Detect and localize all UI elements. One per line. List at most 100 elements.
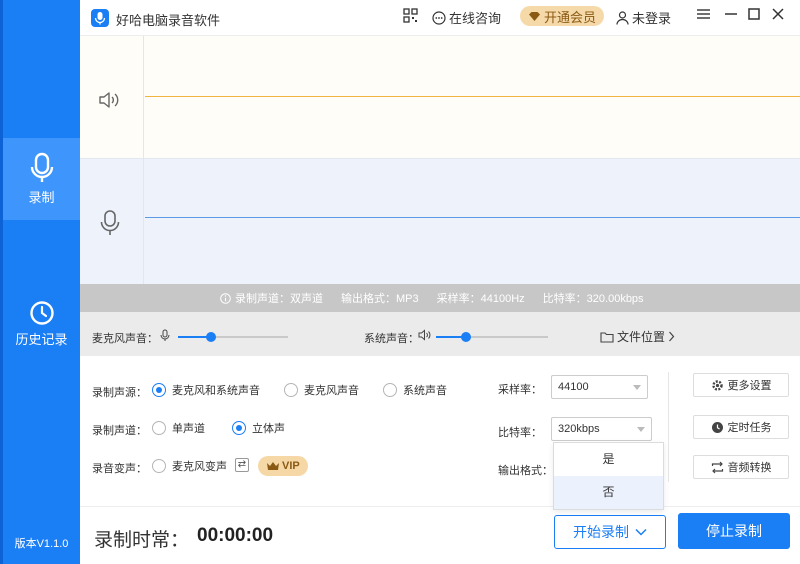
- radio-label: 麦克风变声: [172, 461, 227, 473]
- qr-code-button[interactable]: [403, 8, 418, 23]
- convert-icon: [711, 461, 723, 473]
- gear-icon: [711, 379, 723, 391]
- info-bitrate-text: 比特率：320.00kbps: [542, 293, 644, 305]
- source-radio-mic[interactable]: 麦克风声音: [284, 382, 359, 398]
- system-volume-handle[interactable]: [461, 332, 472, 342]
- maximize-button[interactable]: [748, 8, 760, 20]
- audio-convert-button[interactable]: 音频转换: [693, 455, 789, 479]
- radio-label: 麦克风声音: [304, 385, 359, 397]
- swap-icon[interactable]: ⇄: [235, 458, 249, 472]
- radio-label: 麦克风和系统声音: [172, 385, 260, 397]
- system-volume-slider[interactable]: [436, 332, 548, 342]
- user-icon: [616, 10, 629, 25]
- bitrate-select[interactable]: 320kbps: [551, 417, 652, 441]
- sample-rate-select[interactable]: 44100: [551, 375, 648, 399]
- speaker-icon: [418, 329, 431, 341]
- more-settings-label: 更多设置: [727, 380, 772, 392]
- maximize-icon: [748, 8, 760, 20]
- radio-label: 单声道: [172, 423, 205, 435]
- info-format-text: 输出格式：MP3: [341, 293, 419, 305]
- minimize-icon: [725, 13, 737, 15]
- recording-info-bar: 录制声道：双声道 输出格式：MP3 采样率：44100Hz 比特率：320.00…: [80, 284, 800, 312]
- stop-recording-label: 停止录制: [706, 523, 762, 539]
- microphone-icon: [100, 210, 120, 235]
- version-text: 版本V1.1.0: [14, 538, 69, 550]
- app-title: 好哈电脑录音软件: [116, 13, 221, 28]
- speaker-icon: [99, 92, 119, 108]
- system-volume-label: 系统声音：: [364, 333, 419, 345]
- file-location-button[interactable]: 文件位置: [600, 328, 675, 345]
- sidebar: 录制 历史记录 版本V1.1.0: [0, 0, 80, 564]
- sidebar-item-label: 历史记录: [15, 332, 68, 347]
- audio-convert-label: 音频转换: [727, 462, 772, 474]
- info-channel: 录制声道：双声道: [220, 290, 323, 306]
- source-radio-system[interactable]: 系统声音: [383, 382, 447, 398]
- channel-radio-stereo[interactable]: 立体声: [232, 420, 285, 436]
- start-recording-dropdown: 是 否: [553, 442, 664, 510]
- scheduled-task-button[interactable]: 定时任务: [693, 415, 789, 439]
- microphone-track: [80, 158, 800, 284]
- info-channel-text: 录制声道：双声道: [235, 293, 323, 305]
- sidebar-item-history[interactable]: 历史记录: [3, 300, 80, 362]
- close-button[interactable]: [772, 8, 784, 20]
- start-recording-button[interactable]: 开始录制: [554, 515, 666, 549]
- sample-rate-label: 采样率：: [498, 384, 542, 396]
- waveform-area: [80, 36, 800, 284]
- output-format-label: 输出格式：: [498, 465, 553, 477]
- radio-dot: [284, 383, 298, 397]
- timer-icon: [711, 421, 723, 433]
- folder-icon: [600, 331, 614, 343]
- dropdown-option-yes[interactable]: 是: [554, 443, 663, 476]
- chevron-down-icon: [633, 385, 641, 390]
- system-sound-track: [80, 36, 800, 158]
- chevron-right-icon: [669, 331, 675, 342]
- radio-dot: [152, 459, 166, 473]
- mic-volume-slider[interactable]: [178, 332, 288, 342]
- channel-radio-mono[interactable]: 单声道: [152, 420, 205, 436]
- close-icon: [772, 8, 784, 20]
- microphone-waveform: [145, 217, 800, 218]
- vip-badge[interactable]: VIP: [258, 456, 308, 476]
- source-label: 录制声源：: [92, 387, 147, 399]
- radio-dot: [152, 421, 166, 435]
- track-divider: [143, 36, 144, 158]
- clock-icon: [29, 301, 54, 325]
- microphone-icon: [160, 329, 170, 341]
- stop-recording-button[interactable]: 停止录制: [678, 513, 790, 549]
- radio-label: 系统声音: [403, 385, 447, 397]
- source-radio-mic-and-system[interactable]: 麦克风和系统声音: [152, 382, 260, 398]
- voice-change-radio[interactable]: 麦克风变声: [152, 458, 227, 474]
- track-divider: [143, 159, 144, 284]
- online-consult-button[interactable]: 在线咨询: [432, 8, 501, 27]
- dropdown-option-no[interactable]: 否: [554, 476, 663, 509]
- mic-volume-handle[interactable]: [206, 332, 216, 342]
- app-logo-icon: [91, 9, 109, 27]
- info-sample-rate-text: 采样率：44100Hz: [436, 293, 525, 305]
- radio-dot: [152, 383, 166, 397]
- login-button[interactable]: 未登录: [616, 8, 671, 27]
- minimize-button[interactable]: [725, 8, 737, 20]
- more-settings-button[interactable]: 更多设置: [693, 373, 789, 397]
- sample-rate-value: 44100: [558, 381, 589, 393]
- vertical-divider: [668, 372, 669, 482]
- online-consult-label: 在线咨询: [449, 11, 502, 26]
- qr-code-icon: [403, 8, 418, 23]
- mic-volume-label: 麦克风声音：: [92, 333, 158, 345]
- radio-dot: [232, 421, 246, 435]
- open-vip-button[interactable]: 开通会员: [520, 6, 605, 26]
- radio-label: 立体声: [252, 423, 285, 435]
- bottom-bar: 录制时常： 00:00:00 开始录制 停止录制: [80, 506, 800, 564]
- sidebar-item-record[interactable]: 录制: [3, 138, 80, 220]
- login-label: 未登录: [632, 11, 672, 26]
- info-icon: [220, 292, 231, 304]
- radio-dot: [383, 383, 397, 397]
- diamond-icon: [529, 11, 540, 21]
- open-vip-label: 开通会员: [544, 9, 597, 25]
- menu-button[interactable]: [697, 8, 710, 20]
- duration-value: 00:00:00: [197, 525, 274, 546]
- start-recording-label: 开始录制: [573, 524, 629, 540]
- settings-panel: 录制声源： 麦克风和系统声音 麦克风声音 系统声音 录制声道： 单声道 立体声 …: [80, 356, 800, 506]
- chevron-down-icon: [635, 528, 647, 536]
- microphone-icon: [30, 152, 53, 182]
- file-location-label: 文件位置: [617, 330, 666, 344]
